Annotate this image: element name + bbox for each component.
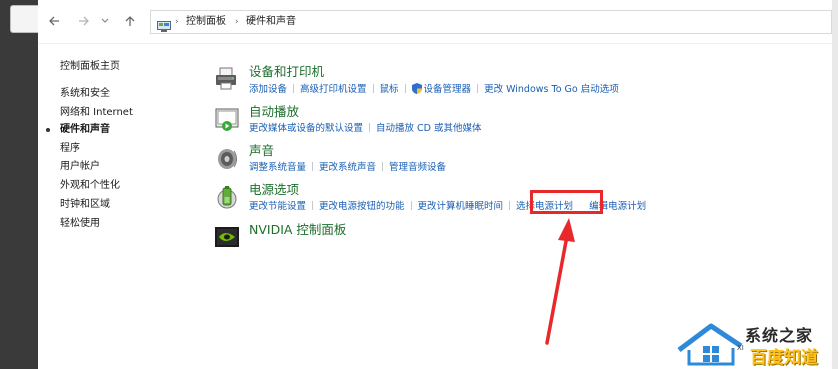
category-power-options: 电源选项 更改节能设置 更改电源按钮的功能 更改计算机睡眠时间 选择电源计划 编辑电源计… [214, 182, 814, 222]
house-logo-icon [677, 323, 743, 366]
scrollbar-track[interactable] [832, 0, 838, 369]
background-window-edge [10, 5, 38, 33]
breadcrumb-separator: › [235, 17, 239, 27]
category-links: 调整系统音量 更改系统声音 管理音频设备 [249, 162, 446, 174]
category-title[interactable]: 电源选项 [249, 182, 299, 197]
shield-icon [411, 83, 422, 94]
divider [293, 84, 295, 93]
category-links: 添加设备 高级打印机设置 鼠标 设备管理器 更改 Windows To Go 启动选项 [249, 83, 619, 96]
nvidia-icon[interactable] [214, 224, 240, 250]
sidebar-item-programs[interactable]: 程序 [60, 143, 80, 155]
category-sound: 声音 调整系统音量 更改系统声音 管理音频设备 [214, 143, 814, 183]
printer-icon[interactable] [214, 66, 240, 92]
watermark: 系统之家 XI 百度知道 [675, 318, 838, 369]
category-title[interactable]: 自动播放 [249, 104, 299, 119]
battery-icon[interactable] [214, 184, 240, 210]
sidebar-item-clock-region[interactable]: 时钟和区域 [60, 199, 110, 211]
arrow-up-icon[interactable] [122, 14, 138, 30]
link-sleep-time[interactable]: 更改计算机睡眠时间 [418, 201, 504, 213]
category-links: 更改媒体或设备的默认设置 自动播放 CD 或其他媒体 [249, 123, 482, 135]
link-mouse[interactable]: 鼠标 [380, 84, 399, 96]
chevron-down-icon[interactable] [100, 14, 110, 30]
sidebar-item-ease-of-access[interactable]: 轻松使用 [60, 218, 100, 230]
highlight-box [530, 190, 603, 214]
divider [312, 162, 314, 171]
link-device-manager[interactable]: 设备管理器 [424, 84, 472, 96]
link-change-sounds[interactable]: 更改系统声音 [319, 162, 376, 174]
address-bar[interactable]: › 控制面板 › 硬件和声音 [150, 10, 832, 34]
autoplay-icon[interactable] [214, 106, 240, 132]
sidebar-item-hardware-sound[interactable]: 硬件和声音 [60, 124, 110, 136]
sidebar-item-system-security[interactable]: 系统和安全 [60, 88, 110, 100]
watermark-small: XI [737, 344, 744, 352]
divider [382, 162, 384, 171]
divider [369, 123, 371, 132]
category-nvidia: NVIDIA 控制面板 [214, 222, 814, 262]
link-power-saving[interactable]: 更改节能设置 [249, 201, 306, 213]
divider [372, 84, 374, 93]
link-autoplay-cd[interactable]: 自动播放 CD 或其他媒体 [376, 123, 482, 135]
control-panel-icon [157, 17, 171, 32]
breadcrumb-separator: › [175, 17, 179, 27]
divider [477, 84, 479, 93]
link-change-media-defaults[interactable]: 更改媒体或设备的默认设置 [249, 123, 363, 135]
navigation-bar: › 控制面板 › 硬件和声音 [38, 0, 832, 44]
sidebar-item-network[interactable]: 网络和 Internet [60, 107, 133, 119]
link-advanced-printer[interactable]: 高级打印机设置 [300, 84, 367, 96]
speaker-icon[interactable] [214, 145, 240, 171]
control-panel-window: › 控制面板 › 硬件和声音 控制面板主页 系统和安全 网络和 Internet… [38, 0, 832, 369]
arrow-left-icon[interactable] [46, 14, 62, 30]
category-title[interactable]: 设备和打印机 [249, 64, 324, 79]
category-title[interactable]: 声音 [249, 143, 274, 158]
active-indicator [46, 128, 50, 132]
divider [312, 201, 314, 210]
link-windows-to-go[interactable]: 更改 Windows To Go 启动选项 [484, 84, 619, 96]
divider [404, 84, 406, 93]
sidebar-item-user-accounts[interactable]: 用户帐户 [60, 161, 100, 173]
category-devices-printers: 设备和打印机 添加设备 高级打印机设置 鼠标 设备管理器 更改 Windows To G… [214, 64, 814, 104]
category-title[interactable]: NVIDIA 控制面板 [249, 222, 346, 237]
arrow-right-icon[interactable] [76, 14, 92, 30]
link-adjust-volume[interactable]: 调整系统音量 [249, 162, 306, 174]
divider [509, 201, 511, 210]
category-autoplay: 自动播放 更改媒体或设备的默认设置 自动播放 CD 或其他媒体 [214, 104, 814, 144]
link-power-button[interactable]: 更改电源按钮的功能 [319, 201, 405, 213]
breadcrumb-hardware-sound[interactable]: 硬件和声音 [246, 15, 296, 29]
breadcrumb-control-panel[interactable]: 控制面板 [186, 15, 226, 29]
link-add-device[interactable]: 添加设备 [249, 84, 287, 96]
divider [410, 201, 412, 210]
sidebar-item-appearance[interactable]: 外观和个性化 [60, 180, 120, 192]
sidebar-item-home[interactable]: 控制面板主页 [60, 61, 120, 73]
link-manage-audio-devices[interactable]: 管理音频设备 [389, 162, 446, 174]
watermark-subtitle: 百度知道 [750, 348, 818, 368]
background-window-strip [0, 0, 38, 369]
